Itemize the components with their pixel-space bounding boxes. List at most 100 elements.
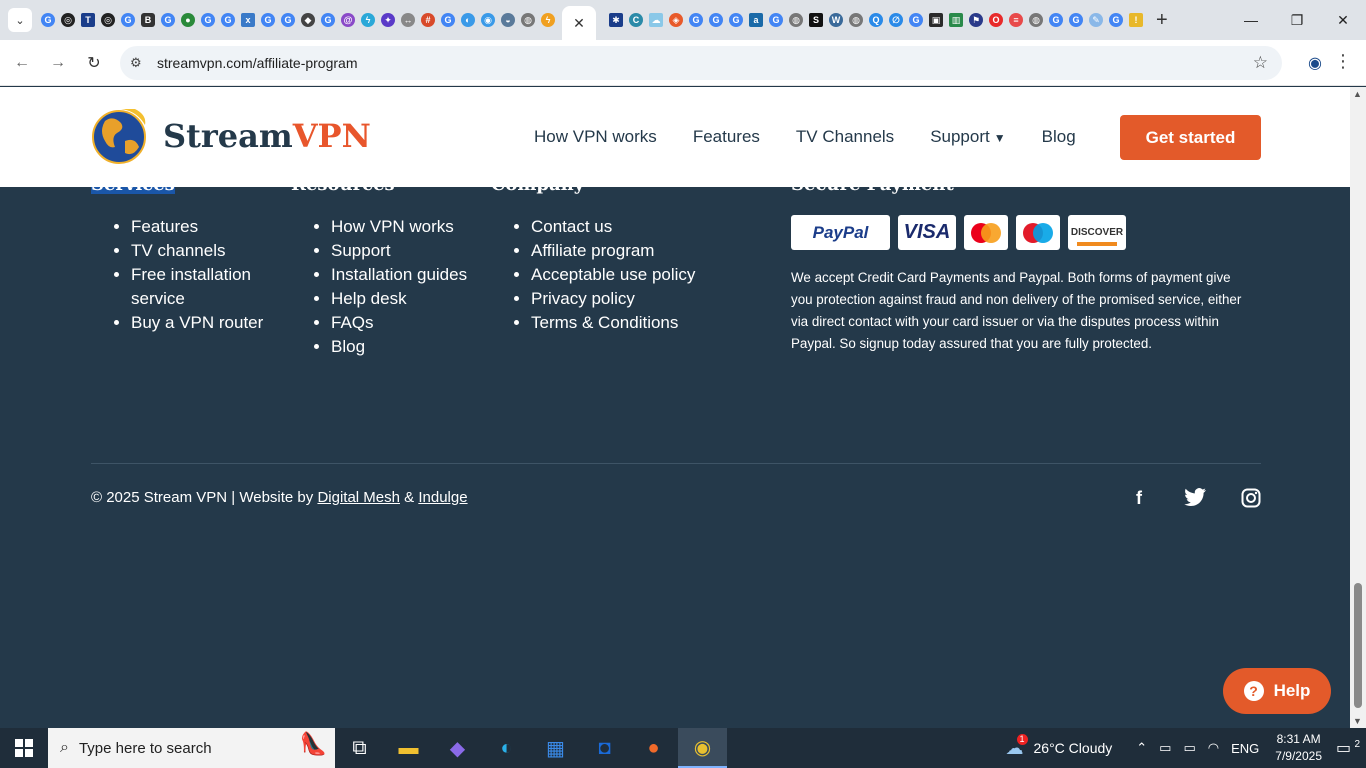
digital-mesh-link[interactable]: Digital Mesh: [317, 489, 400, 506]
globe-tab-icon[interactable]: ◍: [1029, 13, 1043, 27]
language-indicator[interactable]: ENG: [1231, 741, 1259, 756]
meet-icon[interactable]: ▭: [1159, 740, 1171, 756]
xf-tab-icon[interactable]: x: [241, 13, 255, 27]
footer-link-contact[interactable]: Contact us: [531, 215, 771, 239]
address-bar[interactable]: ⚙ streamvpn.com/affiliate-program ☆: [120, 46, 1282, 80]
openai-tab-icon[interactable]: ◎: [61, 13, 75, 27]
edge-icon[interactable]: ◐: [482, 728, 531, 768]
google-tab-icon[interactable]: G: [1049, 13, 1063, 27]
openai-tab-icon[interactable]: ◎: [101, 13, 115, 27]
footer-link-how-vpn-works[interactable]: How VPN works: [331, 215, 481, 239]
forward-icon[interactable]: →: [40, 45, 76, 81]
google-tab-icon[interactable]: G: [221, 13, 235, 27]
globe-tab-icon[interactable]: ●: [181, 13, 195, 27]
google-tab-icon[interactable]: G: [769, 13, 783, 27]
arrow-tab-icon[interactable]: ↔: [401, 13, 415, 27]
minimize-icon[interactable]: —: [1228, 0, 1274, 40]
google-tab-icon[interactable]: G: [41, 13, 55, 27]
google-tab-icon[interactable]: G: [321, 13, 335, 27]
site-logo[interactable]: StreamVPN: [91, 107, 371, 165]
shield-tab-icon[interactable]: ◈: [669, 13, 683, 27]
new-tab-button[interactable]: +: [1156, 9, 1168, 32]
footer-link-acceptable-use[interactable]: Acceptable use policy: [531, 263, 771, 287]
b-tab-icon[interactable]: B: [141, 13, 155, 27]
google-tab-icon[interactable]: G: [709, 13, 723, 27]
weather-widget[interactable]: ☁ 1 26°C Cloudy: [1006, 733, 1112, 759]
google-tab-icon[interactable]: G: [121, 13, 135, 27]
profile-icon[interactable]: ◉: [1308, 53, 1322, 73]
site-info-icon[interactable]: ⚙: [130, 55, 152, 71]
scroll-thumb[interactable]: [1354, 583, 1362, 708]
bolt-tab-icon[interactable]: ϟ: [361, 13, 375, 27]
google-tab-icon[interactable]: G: [1109, 13, 1123, 27]
help-button[interactable]: ? Help: [1223, 668, 1331, 714]
indulge-link[interactable]: Indulge: [418, 489, 467, 506]
get-started-button[interactable]: Get started: [1120, 115, 1261, 160]
link-tab-icon[interactable]: ∅: [889, 13, 903, 27]
firefox-icon[interactable]: ●: [629, 728, 678, 768]
nav-tv-channels[interactable]: TV Channels: [796, 127, 894, 147]
nav-features[interactable]: Features: [693, 127, 760, 147]
chevron-up-icon[interactable]: ⌃: [1136, 740, 1147, 756]
figure-tab-icon[interactable]: ✦: [381, 13, 395, 27]
chart-tab-icon[interactable]: ▥: [949, 13, 963, 27]
footer-link-vpn-router[interactable]: Buy a VPN router: [131, 311, 281, 335]
cloud-tab-icon[interactable]: ☁: [649, 13, 663, 27]
ttp-tab-icon[interactable]: T: [81, 13, 95, 27]
layers-tab-icon[interactable]: ◆: [301, 13, 315, 27]
menu-icon[interactable]: ⋮: [1334, 51, 1352, 72]
footer-link-help-desk[interactable]: Help desk: [331, 287, 481, 311]
battery-icon[interactable]: ▭: [1183, 740, 1195, 756]
google-tab-icon[interactable]: G: [161, 13, 175, 27]
notification-center[interactable]: ▭ 2: [1336, 738, 1366, 758]
active-tab[interactable]: ✕: [562, 6, 596, 40]
bookmark-star-icon[interactable]: ☆: [1253, 53, 1268, 73]
taskbar-search[interactable]: ⌕ Type here to search 👠: [48, 728, 335, 768]
google-tab-icon[interactable]: G: [281, 13, 295, 27]
a-tab-icon[interactable]: a: [749, 13, 763, 27]
wifi-icon[interactable]: ◠: [1208, 740, 1219, 756]
q-tab-icon[interactable]: Q: [869, 13, 883, 27]
gear-tab-icon[interactable]: ✱: [609, 13, 623, 27]
google-tab-icon[interactable]: G: [689, 13, 703, 27]
photo-tab-icon[interactable]: ◒: [501, 13, 515, 27]
scroll-up-icon[interactable]: ▲: [1353, 89, 1362, 99]
google-tab-icon[interactable]: G: [909, 13, 923, 27]
app-tab-icon[interactable]: ◉: [481, 13, 495, 27]
chrome-icon[interactable]: ◉: [678, 728, 727, 768]
clock[interactable]: 8:31 AM 7/9/2025: [1275, 731, 1322, 765]
app-tab-icon[interactable]: ▣: [929, 13, 943, 27]
globe-tab-icon[interactable]: ◍: [521, 13, 535, 27]
wordpress-tab-icon[interactable]: W: [829, 13, 843, 27]
nav-blog[interactable]: Blog: [1042, 127, 1076, 147]
copilot-icon[interactable]: ◆: [433, 728, 482, 768]
google-tab-icon[interactable]: G: [261, 13, 275, 27]
flag-tab-icon[interactable]: ⚑: [969, 13, 983, 27]
footer-link-free-installation[interactable]: Free installation service: [131, 263, 281, 311]
google-tab-icon[interactable]: G: [1069, 13, 1083, 27]
back-icon[interactable]: ←: [4, 45, 40, 81]
restore-icon[interactable]: ❐: [1274, 0, 1320, 40]
twitter-icon[interactable]: [1184, 488, 1206, 511]
url-text[interactable]: streamvpn.com/affiliate-program: [157, 55, 357, 71]
footer-link-installation-guides[interactable]: Installation guides: [331, 263, 481, 287]
footer-link-terms[interactable]: Terms & Conditions: [531, 311, 771, 335]
footer-link-privacy[interactable]: Privacy policy: [531, 287, 771, 311]
close-window-icon[interactable]: ✕: [1320, 0, 1366, 40]
pen-tab-icon[interactable]: ✎: [1089, 13, 1103, 27]
instagram-icon[interactable]: [1241, 488, 1261, 513]
google-tab-icon[interactable]: G: [441, 13, 455, 27]
bolt-tab-icon[interactable]: ϟ: [541, 13, 555, 27]
store-icon[interactable]: ▦: [531, 728, 580, 768]
google-tab-icon[interactable]: G: [729, 13, 743, 27]
nav-support[interactable]: Support ▼: [930, 127, 1005, 147]
close-tab-icon[interactable]: ✕: [573, 15, 585, 32]
globe-tab-icon[interactable]: ◍: [849, 13, 863, 27]
scroll-down-icon[interactable]: ▼: [1353, 716, 1362, 726]
reload-icon[interactable]: ↻: [76, 45, 112, 81]
footer-link-faqs[interactable]: FAQs: [331, 311, 481, 335]
nav-how-vpn-works[interactable]: How VPN works: [534, 127, 657, 147]
footer-link-affiliate[interactable]: Affiliate program: [531, 239, 771, 263]
footer-link-features[interactable]: Features: [131, 215, 281, 239]
s-tab-icon[interactable]: S: [809, 13, 823, 27]
